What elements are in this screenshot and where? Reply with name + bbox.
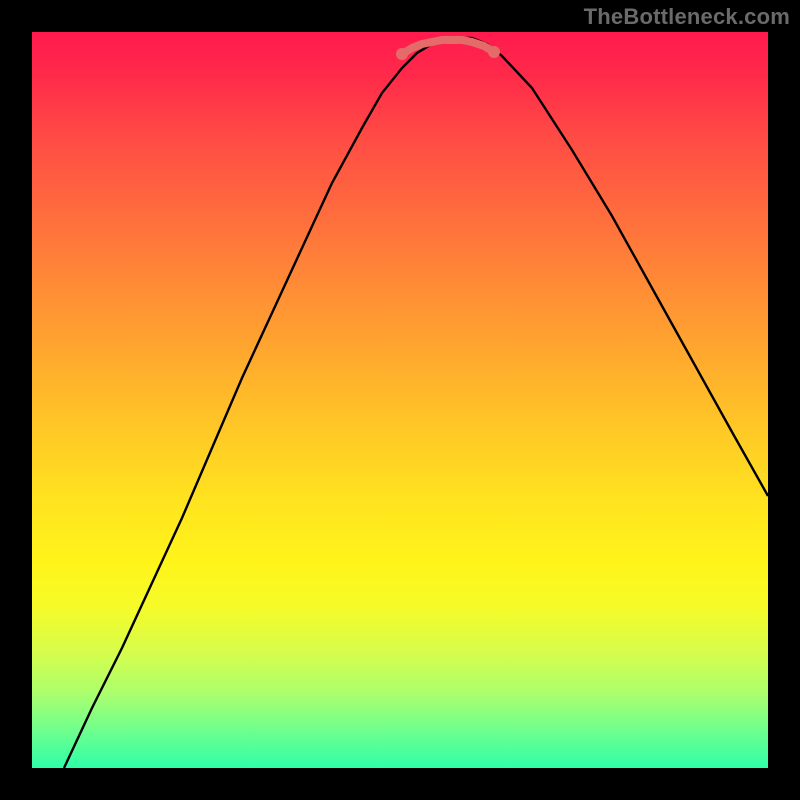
watermark-text: TheBottleneck.com: [584, 4, 790, 30]
bottleneck-curve-path: [64, 38, 768, 768]
chart-frame: TheBottleneck.com: [0, 0, 800, 800]
valley-marker-dot: [488, 46, 500, 58]
valley-marker-path: [402, 40, 494, 54]
valley-marker-dot: [396, 48, 408, 60]
chart-svg: [32, 32, 768, 768]
plot-area: [32, 32, 768, 768]
